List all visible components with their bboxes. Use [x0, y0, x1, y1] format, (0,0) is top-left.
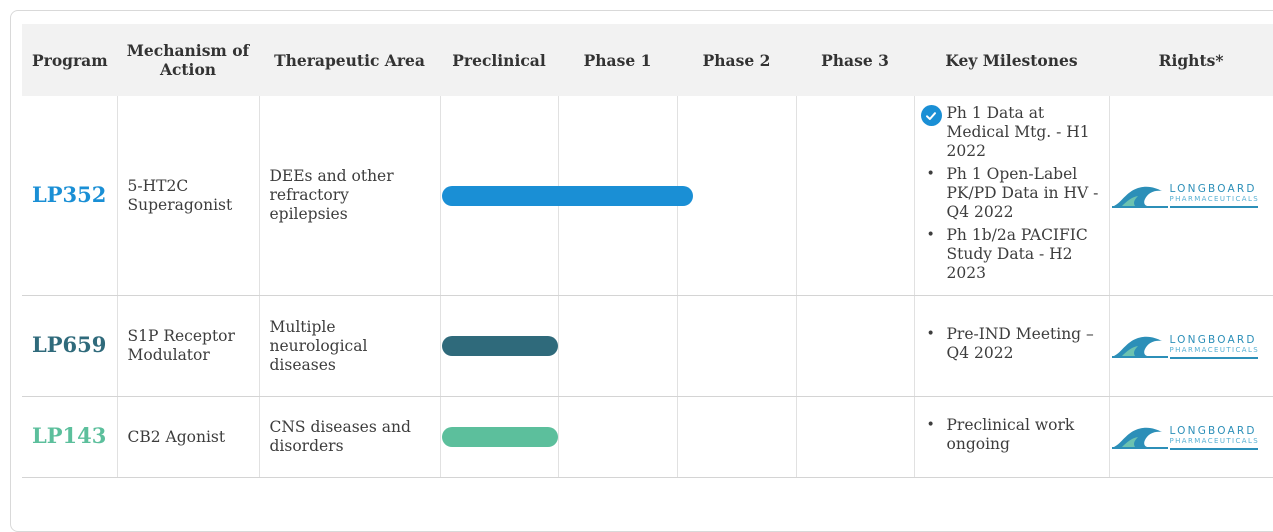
table-row: LP143 CB2 Agonist CNS diseases and disor…: [22, 396, 1273, 478]
milestones-cell: • Preclinical work ongoing: [913, 396, 1109, 478]
logo-sub: PHARMACEUTICALS: [1169, 195, 1260, 203]
program-name[interactable]: LP143: [32, 423, 106, 448]
bullet-icon: •: [926, 166, 935, 182]
wave-logo-icon: [1111, 427, 1168, 449]
header-phase1: Phase 1: [558, 24, 677, 96]
rights-cell: LONGBOARD PHARMACEUTICALS: [1108, 295, 1273, 397]
phase2-cell: [676, 96, 796, 296]
milestone-list: • Pre-IND Meeting – Q4 2022: [919, 325, 1107, 363]
header-mechanism: Mechanism of Action: [117, 24, 259, 96]
milestone-text: Ph 1 Data at Medical Mtg. - H1 2022: [946, 104, 1090, 160]
milestones-cell: Ph 1 Data at Medical Mtg. - H1 2022 • Ph…: [913, 96, 1109, 296]
logo-sub: PHARMACEUTICALS: [1169, 436, 1260, 445]
phase1-cell: [557, 295, 677, 397]
phase3-cell: [795, 295, 914, 397]
pipeline-table: Program Mechanism of Action Therapeutic …: [22, 24, 1273, 478]
milestone-list: Ph 1 Data at Medical Mtg. - H1 2022 • Ph…: [919, 104, 1107, 283]
area-cell: CNS diseases and disorders: [258, 396, 440, 478]
milestone-item: • Ph 1b/2a PACIFIC Study Data - H2 2023: [925, 226, 1107, 283]
milestone-item: • Ph 1 Open-Label PK/PD Data in HV - Q4 …: [925, 165, 1107, 222]
preclinical-cell: [439, 396, 558, 478]
table-row: LP659 S1P Receptor Modulator Multiple ne…: [22, 295, 1273, 397]
header-program: Program: [22, 24, 117, 96]
phase3-cell: [795, 96, 914, 296]
bullet-icon: •: [926, 227, 935, 243]
area-cell: Multiple neurological diseases: [258, 295, 440, 397]
progress-bar: [441, 336, 558, 356]
header-phase2: Phase 2: [677, 24, 796, 96]
milestone-item: • Preclinical work ongoing: [925, 416, 1107, 454]
milestone-text: Pre-IND Meeting – Q4 2022: [946, 325, 1094, 362]
milestone-list: • Preclinical work ongoing: [919, 416, 1107, 454]
header-phase3: Phase 3: [796, 24, 914, 96]
milestone-text: Ph 1b/2a PACIFIC Study Data - H2 2023: [946, 226, 1088, 282]
milestone-item: • Pre-IND Meeting – Q4 2022: [925, 325, 1107, 363]
milestone-text: Preclinical work ongoing: [946, 416, 1075, 453]
logo-name: LONGBOARD: [1169, 424, 1257, 437]
preclinical-cell: [439, 295, 558, 397]
longboard-logo: LONGBOARD PHARMACEUTICALS: [1111, 182, 1264, 210]
check-circle-icon: [920, 105, 942, 126]
mechanism-cell: 5-HT2C Superagonist: [116, 96, 259, 296]
milestone-item: Ph 1 Data at Medical Mtg. - H1 2022: [920, 104, 1107, 161]
phase1-cell: [557, 396, 677, 478]
program-name[interactable]: LP659: [32, 332, 106, 357]
mechanism-cell: CB2 Agonist: [116, 396, 259, 478]
table-row: LP352 5-HT2C Superagonist DEEs and other…: [22, 96, 1273, 296]
longboard-logo: LONGBOARD PHARMACEUTICALS: [1111, 423, 1264, 451]
area-cell: DEEs and other refractory epilepsies: [258, 96, 440, 296]
logo-name: LONGBOARD: [1169, 333, 1257, 346]
header-area: Therapeutic Area: [259, 24, 440, 96]
bullet-icon: •: [926, 326, 935, 342]
header-row: Program Mechanism of Action Therapeutic …: [22, 24, 1273, 96]
phase2-cell: [676, 396, 796, 478]
milestones-cell: • Pre-IND Meeting – Q4 2022: [913, 295, 1109, 397]
program-name[interactable]: LP352: [32, 182, 106, 207]
wave-logo-icon: [1111, 336, 1168, 358]
logo-sub: PHARMACEUTICALS: [1169, 345, 1260, 354]
rights-cell: LONGBOARD PHARMACEUTICALS: [1108, 396, 1273, 478]
phase1-cell: [557, 96, 677, 296]
header-preclinical: Preclinical: [440, 24, 558, 96]
milestone-text: Ph 1 Open-Label PK/PD Data in HV - Q4 20…: [946, 165, 1099, 221]
logo-name: LONGBOARD: [1169, 183, 1257, 195]
longboard-logo: LONGBOARD PHARMACEUTICALS: [1111, 332, 1264, 360]
phase3-cell: [795, 396, 914, 478]
rights-cell: LONGBOARD PHARMACEUTICALS: [1108, 96, 1273, 296]
progress-bar: [441, 427, 558, 447]
phase2-cell: [676, 295, 796, 397]
preclinical-cell: [439, 96, 694, 296]
mechanism-cell: S1P Receptor Modulator: [116, 295, 259, 397]
wave-logo-icon: [1111, 186, 1168, 208]
header-rights: Rights*: [1109, 24, 1273, 96]
bullet-icon: •: [926, 417, 935, 433]
header-milestones: Key Milestones: [914, 24, 1109, 96]
